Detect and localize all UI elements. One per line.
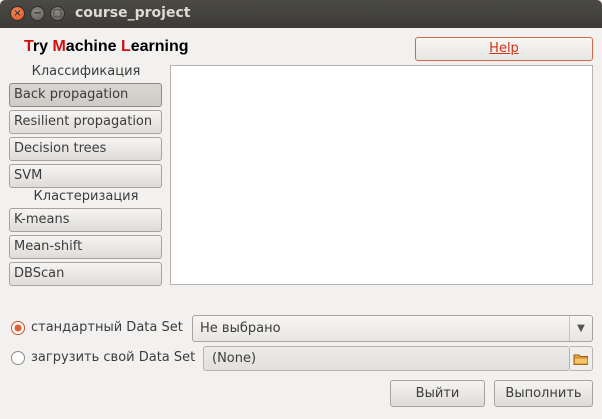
- clustering-section-label: Кластеризация: [33, 189, 139, 204]
- standard-dataset-value: Не выбрано: [200, 321, 281, 336]
- resilient-propagation-button[interactable]: Resilient propagation: [9, 110, 162, 134]
- close-icon: ×: [13, 8, 22, 19]
- minimize-icon: −: [33, 8, 42, 19]
- minimize-window-button[interactable]: −: [30, 6, 45, 21]
- window-titlebar: × − □ course_project: [0, 0, 602, 28]
- help-button[interactable]: Help: [415, 37, 593, 61]
- close-window-button[interactable]: ×: [10, 6, 25, 21]
- classification-section-label: Классификация: [31, 64, 141, 79]
- custom-dataset-file-field[interactable]: (None): [203, 346, 570, 371]
- custom-dataset-label: загрузить свой Data Set: [31, 350, 196, 365]
- app-title: Try Machine Learning: [24, 38, 189, 55]
- k-means-button[interactable]: K-means: [9, 208, 162, 232]
- mean-shift-button[interactable]: Mean-shift: [9, 235, 162, 259]
- maximize-window-button[interactable]: □: [50, 6, 65, 21]
- output-text-area[interactable]: [170, 65, 593, 285]
- triangle-down-icon: ▼: [569, 316, 592, 341]
- folder-icon: [573, 354, 588, 365]
- standard-dataset-select[interactable]: Не выбрано ▼: [192, 315, 593, 342]
- maximize-icon: □: [52, 8, 63, 19]
- window-title: course_project: [75, 5, 191, 21]
- run-button[interactable]: Выполнить: [494, 380, 593, 407]
- standard-dataset-radio[interactable]: [11, 321, 25, 335]
- decision-trees-button[interactable]: Decision trees: [9, 137, 162, 161]
- browse-file-button[interactable]: [570, 346, 593, 371]
- dbscan-button[interactable]: DBScan: [9, 262, 162, 286]
- back-propagation-button[interactable]: Back propagation: [9, 83, 162, 107]
- standard-dataset-label: стандартный Data Set: [31, 320, 183, 335]
- svm-button[interactable]: SVM: [9, 164, 162, 188]
- exit-button[interactable]: Выйти: [390, 380, 485, 407]
- custom-dataset-radio[interactable]: [11, 351, 25, 365]
